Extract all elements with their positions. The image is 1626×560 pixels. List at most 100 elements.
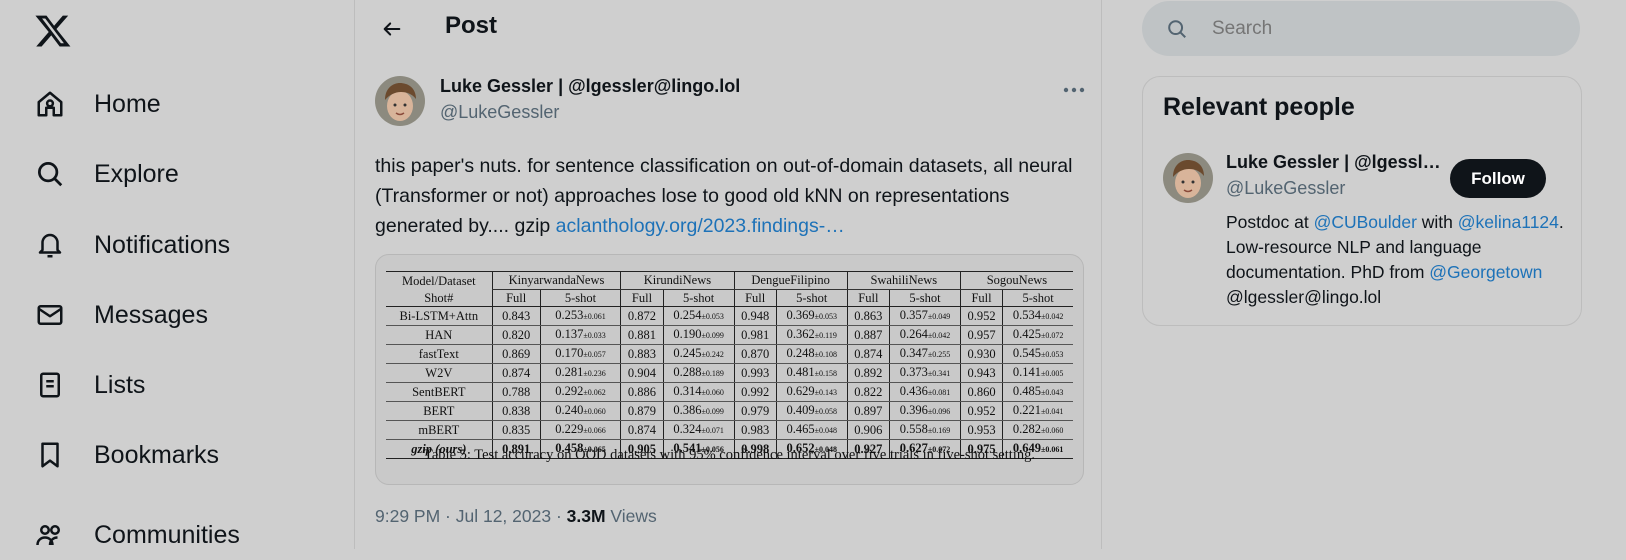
tweet-image[interactable]: Model/Dataset KinyarwandaNews KirundiNew… xyxy=(375,254,1084,485)
model-name: W2V xyxy=(386,363,493,383)
five-shot-score: 0.629±0.143 xyxy=(775,382,848,402)
confidence-interval: ±0.143 xyxy=(814,388,838,397)
confidence-interval: ±0.053 xyxy=(814,312,838,321)
table-row: BERT 0.838 0.240±0.060 0.879 0.386±0.099 0.97… xyxy=(386,401,1073,421)
search-icon xyxy=(1168,19,1186,38)
full-score: 0.904 xyxy=(620,363,664,383)
relevant-people-card: Relevant people Luke Gessler | @lgessl… … xyxy=(1142,76,1582,326)
five-shot-score: 0.324±0.071 xyxy=(662,420,735,440)
five-shot-value: 0.373 xyxy=(899,365,928,379)
five-shot-score: 0.137±0.033 xyxy=(539,325,621,345)
envelope-icon xyxy=(34,299,66,331)
shot-header: 5-shot xyxy=(889,289,961,307)
full-score: 0.953 xyxy=(959,420,1003,440)
confidence-interval: ±0.043 xyxy=(1040,388,1064,397)
five-shot-value: 0.240 xyxy=(555,403,584,417)
full-score: 0.887 xyxy=(846,325,890,345)
bio-mention-link[interactable]: @kelina1124 xyxy=(1458,212,1559,232)
shot-header: Full xyxy=(491,289,541,307)
five-shot-score: 0.357±0.049 xyxy=(889,306,961,326)
five-shot-value: 0.436 xyxy=(899,384,928,398)
full-score: 0.863 xyxy=(846,306,890,326)
full-score: 0.930 xyxy=(959,344,1003,364)
full-score: 0.822 xyxy=(846,382,890,402)
person-avatar[interactable] xyxy=(1163,153,1213,203)
full-score: 0.983 xyxy=(733,420,777,440)
page-title: Post xyxy=(445,12,498,39)
bio-mention-link[interactable]: @CUBoulder xyxy=(1314,212,1417,232)
table-row: mBERT 0.835 0.229±0.066 0.874 0.324±0.071 0.9… xyxy=(386,420,1073,440)
more-options-icon[interactable] xyxy=(1059,82,1089,98)
confidence-interval: ±0.099 xyxy=(701,407,724,416)
confidence-interval: ±0.057 xyxy=(583,350,606,359)
confidence-interval: ±0.053 xyxy=(701,312,724,321)
confidence-interval: ±0.108 xyxy=(814,350,838,359)
full-score: 0.948 xyxy=(733,306,777,326)
nav-home[interactable]: Home xyxy=(34,79,161,129)
post-column: Post Luke Gessler | @lgessler@lingo.lol … xyxy=(355,0,1100,549)
search-input[interactable] xyxy=(1210,16,1574,41)
five-shot-value: 0.485 xyxy=(1012,384,1041,398)
person-bio: Postdoc at @CUBoulder with @kelina1124. … xyxy=(1226,210,1566,310)
shot-label: Shot# xyxy=(386,289,493,307)
nav-notifications[interactable]: Notifications xyxy=(34,220,230,270)
full-score: 0.869 xyxy=(491,344,541,364)
full-score: 0.835 xyxy=(491,420,541,440)
person-name[interactable]: Luke Gessler | @lgessl… xyxy=(1226,152,1441,173)
person-handle[interactable]: @LukeGessler xyxy=(1226,178,1345,199)
confidence-interval: ±0.119 xyxy=(814,331,837,340)
author-name[interactable]: Luke Gessler | @lgessler@lingo.lol xyxy=(440,76,740,97)
full-score: 0.788 xyxy=(491,382,541,402)
confidence-interval: ±0.066 xyxy=(583,426,606,435)
nav-lists[interactable]: Lists xyxy=(34,360,145,410)
five-shot-value: 0.221 xyxy=(1012,403,1041,417)
nav-bookmarks-label: Bookmarks xyxy=(94,440,220,469)
five-shot-value: 0.281 xyxy=(555,365,584,379)
model-name: HAN xyxy=(386,325,493,345)
shot-header: Full xyxy=(620,289,664,307)
tweet-text: this paper's nuts. for sentence classifi… xyxy=(375,151,1080,241)
five-shot-score: 0.396±0.096 xyxy=(889,401,961,421)
confidence-interval: ±0.169 xyxy=(927,426,951,435)
confidence-interval: ±0.041 xyxy=(1040,407,1064,416)
nav-explore[interactable]: Explore xyxy=(34,149,179,199)
author-avatar[interactable] xyxy=(375,76,425,126)
five-shot-value: 0.137 xyxy=(555,327,584,341)
x-logo-icon[interactable] xyxy=(34,12,72,50)
back-arrow-icon[interactable] xyxy=(375,12,409,46)
full-score: 0.952 xyxy=(959,401,1003,421)
follow-button[interactable]: Follow xyxy=(1450,159,1546,198)
full-score: 0.993 xyxy=(733,363,777,383)
search-bar[interactable] xyxy=(1142,1,1580,56)
five-shot-score: 0.264±0.042 xyxy=(889,325,961,345)
five-shot-score: 0.248±0.108 xyxy=(775,344,848,364)
five-shot-score: 0.386±0.099 xyxy=(662,401,735,421)
nav-messages-label: Messages xyxy=(94,300,208,329)
confidence-interval: ±0.060 xyxy=(701,388,724,397)
bell-icon xyxy=(34,229,66,261)
nav-communities[interactable]: Communities xyxy=(34,510,240,560)
five-shot-value: 0.292 xyxy=(555,384,584,398)
search-icon xyxy=(34,158,66,190)
author-handle[interactable]: @LukeGessler xyxy=(440,102,559,123)
table-row: Bi-LSTM+Attn 0.843 0.253±0.061 0.872 0.254±0… xyxy=(386,306,1073,326)
confidence-interval: ±0.236 xyxy=(583,369,606,378)
nav-messages[interactable]: Messages xyxy=(34,290,208,340)
nav-bookmarks[interactable]: Bookmarks xyxy=(34,430,219,480)
results-table: Model/Dataset KinyarwandaNews KirundiNew… xyxy=(386,271,1073,459)
bio-text: @lgessler@lingo.lol xyxy=(1226,287,1382,307)
views-label: Views xyxy=(605,506,657,526)
paper-link[interactable]: aclanthology.org/2023.findings-… xyxy=(556,215,845,237)
five-shot-value: 0.362 xyxy=(786,327,815,341)
five-shot-score: 0.288±0.189 xyxy=(662,363,735,383)
bio-mention-link[interactable]: @Georgetown xyxy=(1429,262,1542,282)
full-score: 0.860 xyxy=(959,382,1003,402)
confidence-interval: ±0.071 xyxy=(701,426,724,435)
five-shot-score: 0.170±0.057 xyxy=(539,344,621,364)
full-score: 0.979 xyxy=(733,401,777,421)
five-shot-score: 0.545±0.053 xyxy=(1002,344,1073,364)
five-shot-score: 0.314±0.060 xyxy=(662,382,735,402)
confidence-interval: ±0.042 xyxy=(927,331,951,340)
shot-header: 5-shot xyxy=(1002,289,1073,307)
post-timestamp[interactable]: 9:29 PM · Jul 12, 2023 · xyxy=(375,506,567,526)
